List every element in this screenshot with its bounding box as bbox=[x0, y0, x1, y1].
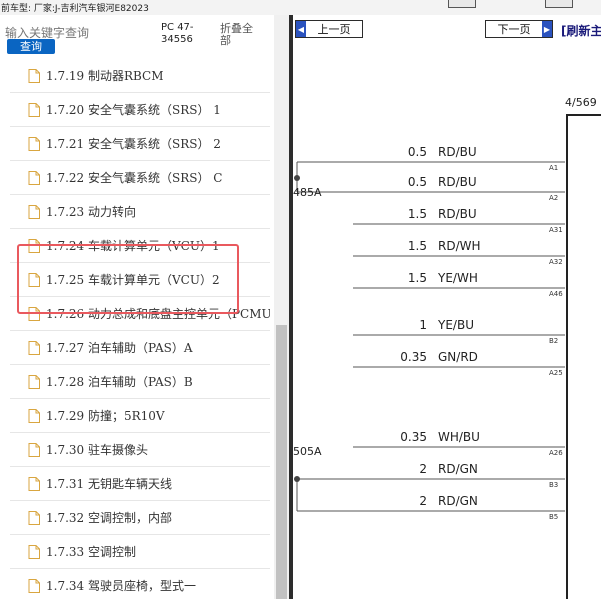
wire-gauge: 0.5 bbox=[408, 175, 427, 189]
refresh-main-link[interactable]: [刷新主 bbox=[561, 22, 601, 39]
document-icon bbox=[28, 136, 40, 151]
document-icon bbox=[28, 102, 40, 117]
pin-label: A2 bbox=[549, 194, 558, 202]
wire-color: RD/BU bbox=[438, 207, 477, 221]
wire-gauge: 0.5 bbox=[408, 145, 427, 159]
wire-gauge: 1.5 bbox=[408, 207, 427, 221]
wire-gauge: 2 bbox=[419, 462, 427, 476]
tree-item-label: 1.7.31 无钥匙车辆天线 bbox=[46, 477, 172, 491]
pin-label: A1 bbox=[549, 164, 558, 172]
pin-label: B3 bbox=[549, 481, 558, 489]
pin-label: A46 bbox=[549, 290, 563, 298]
tree-item[interactable]: 1.7.21 安全气囊系统（SRS） 2 bbox=[10, 127, 270, 161]
tree-item-label: 1.7.23 动力转向 bbox=[46, 205, 136, 219]
toolbar-button-stub[interactable] bbox=[448, 0, 476, 8]
pin-label: A32 bbox=[549, 258, 563, 266]
pc-number-label: PC 47-34556 bbox=[161, 22, 194, 45]
tree-item-label: 1.7.30 驻车摄像头 bbox=[46, 443, 148, 457]
splice-label: 505A bbox=[293, 445, 322, 458]
scrollbar-thumb[interactable] bbox=[276, 325, 287, 599]
pin-label: A31 bbox=[549, 226, 563, 234]
tree-item[interactable]: 1.7.22 安全气囊系统（SRS） C bbox=[10, 161, 270, 195]
splice-dot bbox=[294, 175, 300, 181]
pin-label: A25 bbox=[549, 369, 563, 377]
arrow-right-icon: ▶ bbox=[542, 21, 552, 37]
tree-item[interactable]: 1.7.33 空调控制 bbox=[10, 535, 270, 569]
connector-outline bbox=[566, 114, 601, 599]
tree-item-label: 1.7.29 防撞；5R10V bbox=[46, 409, 165, 423]
pin-label: B2 bbox=[549, 337, 558, 345]
wire-gauge: 0.35 bbox=[400, 430, 427, 444]
prev-page-label: 上一页 bbox=[317, 23, 351, 36]
tree-scrollbar[interactable] bbox=[274, 15, 289, 599]
document-icon bbox=[28, 578, 40, 593]
document-icon bbox=[28, 476, 40, 491]
tree-item-label: 1.7.32 空调控制，内部 bbox=[46, 511, 172, 525]
wire-color: RD/WH bbox=[438, 239, 481, 253]
tree-item-label: 1.7.21 安全气囊系统（SRS） 2 bbox=[46, 137, 221, 151]
wire-color: WH/BU bbox=[438, 430, 480, 444]
document-tree: 1.7.19 制动器RBCM 1.7.20 安全气囊系统（SRS） 1 1.7.21… bbox=[0, 59, 270, 599]
document-viewer: 0.5 RD/BU A1 0.5 RD/BU A2 1.5 RD/BU A31 1.5 RD/WH A… bbox=[293, 15, 601, 599]
page-counter: 4/569 bbox=[565, 96, 597, 109]
next-page-label: 下一页 bbox=[497, 23, 531, 36]
wire-gauge: 1.5 bbox=[408, 271, 427, 285]
tree-item-label: 1.7.27 泊车辅助（PAS）A bbox=[46, 341, 193, 355]
tree-item[interactable]: 1.7.23 动力转向 bbox=[10, 195, 270, 229]
wire-gauge: 1 bbox=[419, 318, 427, 332]
next-page-button[interactable]: 下一页 ▶ bbox=[485, 20, 553, 38]
tree-item[interactable]: 1.7.20 安全气囊系统（SRS） 1 bbox=[10, 93, 270, 127]
pin-label: B5 bbox=[549, 513, 558, 521]
prev-page-button[interactable]: ◀ 上一页 bbox=[295, 20, 363, 38]
tree-item-label: 1.7.34 驾驶员座椅，型式一 bbox=[46, 579, 196, 593]
document-icon bbox=[28, 374, 40, 389]
wire-color: RD/GN bbox=[438, 462, 478, 476]
wire-color: YE/WH bbox=[437, 271, 478, 285]
document-icon bbox=[28, 68, 40, 83]
left-navigation-pane: 查询 PC 47-34556 折叠全部 1.7.19 制动器RBCM 1.7.20… bbox=[0, 15, 289, 599]
wire-color: RD/BU bbox=[438, 145, 477, 159]
tree-item[interactable]: 1.7.31 无钥匙车辆天线 bbox=[10, 467, 270, 501]
document-icon bbox=[28, 170, 40, 185]
wire-color: RD/GN bbox=[438, 494, 478, 508]
splice-dot bbox=[294, 476, 300, 482]
tree-item[interactable]: 1.7.29 防撞；5R10V bbox=[10, 399, 270, 433]
wire-gauge: 1.5 bbox=[408, 239, 427, 253]
window-caption-bar: 前车型: 厂家:J-吉利汽车银河E82023 bbox=[0, 0, 601, 15]
document-icon bbox=[28, 204, 40, 219]
document-icon bbox=[28, 544, 40, 559]
pin-label: A26 bbox=[549, 449, 563, 457]
tree-item[interactable]: 1.7.32 空调控制，内部 bbox=[10, 501, 270, 535]
toolbar-button-stub[interactable] bbox=[545, 0, 573, 8]
arrow-left-icon: ◀ bbox=[296, 21, 306, 37]
tree-item-label: 1.7.19 制动器RBCM bbox=[46, 69, 164, 83]
tree-item[interactable]: 1.7.19 制动器RBCM bbox=[10, 59, 270, 93]
tree-item-label: 1.7.20 安全气囊系统（SRS） 1 bbox=[46, 103, 221, 117]
highlight-annotation bbox=[17, 244, 239, 314]
wire-color: RD/BU bbox=[438, 175, 477, 189]
tree-item[interactable]: 1.7.34 驾驶员座椅，型式一 bbox=[10, 569, 270, 599]
document-icon bbox=[28, 340, 40, 355]
wire-gauge: 0.35 bbox=[400, 350, 427, 364]
search-area: 查询 PC 47-34556 折叠全部 bbox=[0, 15, 289, 65]
tree-item-label: 1.7.22 安全气囊系统（SRS） C bbox=[46, 171, 223, 185]
splice-label: 485A bbox=[293, 186, 322, 199]
document-icon bbox=[28, 510, 40, 525]
collapse-all-link[interactable]: 折叠全部 bbox=[220, 23, 260, 47]
vehicle-caption: 前车型: 厂家:J-吉利汽车银河E82023 bbox=[1, 4, 149, 14]
document-icon bbox=[28, 408, 40, 423]
tree-item[interactable]: 1.7.30 驻车摄像头 bbox=[10, 433, 270, 467]
wire-gauge: 2 bbox=[419, 494, 427, 508]
search-button[interactable]: 查询 bbox=[7, 39, 55, 54]
tree-item[interactable]: 1.7.28 泊车辅助（PAS）B bbox=[10, 365, 270, 399]
wire-color: YE/BU bbox=[437, 318, 474, 332]
wire-color: GN/RD bbox=[438, 350, 478, 364]
document-icon bbox=[28, 442, 40, 457]
wiring-diagram: 0.5 RD/BU A1 0.5 RD/BU A2 1.5 RD/BU A31 1.5 RD/WH A… bbox=[293, 114, 601, 599]
tree-item[interactable]: 1.7.27 泊车辅助（PAS）A bbox=[10, 331, 270, 365]
tree-item-label: 1.7.28 泊车辅助（PAS）B bbox=[46, 375, 193, 389]
tree-item-label: 1.7.33 空调控制 bbox=[46, 545, 136, 559]
